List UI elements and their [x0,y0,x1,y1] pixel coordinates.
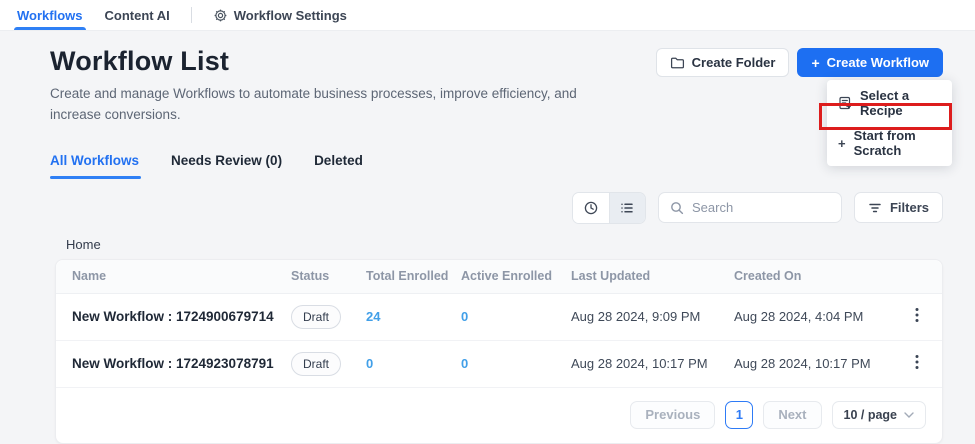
column-header-name: Name [72,269,291,283]
list-view-button[interactable] [609,193,645,223]
created-on-cell: Aug 28 2024, 10:17 PM [734,356,908,371]
page-title: Workflow List [50,46,590,77]
topnav-settings-label: Workflow Settings [234,8,347,23]
create-folder-button[interactable]: Create Folder [656,48,790,77]
topnav-item-workflow-settings[interactable]: Workflow Settings [202,0,358,30]
recent-view-button[interactable] [573,193,609,223]
column-header-status: Status [291,269,366,283]
tab-deleted-label: Deleted [314,153,363,168]
row-menu-button[interactable] [915,307,919,326]
header-actions: Create Folder + Create Workflow [656,48,943,77]
status-badge: Draft [291,352,341,376]
create-workflow-button[interactable]: + Create Workflow [797,48,943,77]
title-block: Workflow List Create and manage Workflow… [50,46,590,126]
next-page-button[interactable]: Next [763,401,821,429]
tab-needs-review-label: Needs Review (0) [171,153,282,168]
column-header-created-on: Created On [734,269,908,283]
workflow-tabs: All Workflows Needs Review (0) Deleted [50,153,943,179]
total-enrolled-link[interactable]: 0 [366,356,461,371]
table-body: New Workflow : 1724900679714 Draft 24 0 … [56,294,942,388]
plus-icon: + [811,55,819,71]
status-cell: Draft [291,352,366,376]
menu-item-select-recipe[interactable]: Select a Recipe [827,83,952,123]
table-toolbar: Filters [50,192,943,224]
search-input[interactable] [692,200,830,215]
list-icon [619,200,635,216]
workflow-name-link[interactable]: New Workflow : 1724923078791 [72,356,291,371]
topnav-divider [191,7,192,23]
gear-icon [213,8,228,23]
page-number-button[interactable]: 1 [725,401,753,429]
created-on-cell: Aug 28 2024, 4:04 PM [734,309,908,324]
recipe-icon [838,96,852,110]
topnav-content-ai-label: Content AI [105,8,170,23]
topnav-item-workflows[interactable]: Workflows [6,0,94,30]
workflow-name-link[interactable]: New Workflow : 1724900679714 [72,309,291,324]
table-header-row: Name Status Total Enrolled Active Enroll… [56,260,942,294]
clock-icon [583,200,599,216]
topnav-item-content-ai[interactable]: Content AI [94,0,181,30]
menu-item-start-from-scratch[interactable]: + Start from Scratch [827,123,952,163]
top-navigation: Workflows Content AI Workflow Settings [0,0,975,31]
status-badge: Draft [291,305,341,329]
table-row: New Workflow : 1724923078791 Draft 0 0 A… [56,341,942,388]
filter-icon [868,202,882,214]
last-updated-cell: Aug 28 2024, 10:17 PM [571,356,734,371]
page-description: Create and manage Workflows to automate … [50,84,590,126]
previous-page-button[interactable]: Previous [630,401,715,429]
page-size-label: 10 / page [844,408,898,422]
tab-all-workflows[interactable]: All Workflows [50,153,139,179]
tab-needs-review[interactable]: Needs Review (0) [171,153,282,179]
table-row: New Workflow : 1724900679714 Draft 24 0 … [56,294,942,341]
start-from-scratch-label: Start from Scratch [854,128,941,158]
active-enrolled-link[interactable]: 0 [461,309,571,324]
tab-deleted[interactable]: Deleted [314,153,363,179]
select-recipe-label: Select a Recipe [860,88,941,118]
total-enrolled-link[interactable]: 24 [366,309,461,324]
tab-all-workflows-label: All Workflows [50,153,139,168]
search-icon [670,201,684,215]
create-workflow-dropdown: Select a Recipe + Start from Scratch [827,80,952,166]
column-header-active-enrolled: Active Enrolled [461,269,571,283]
view-toggle [572,192,646,224]
column-header-last-updated: Last Updated [571,269,734,283]
topnav-workflows-label: Workflows [17,8,83,23]
chevron-down-icon [904,412,914,418]
filters-label: Filters [890,200,929,215]
page-header: Workflow List Create and manage Workflow… [50,46,943,126]
filters-button[interactable]: Filters [854,192,943,223]
plus-icon: + [838,136,846,151]
page-size-select[interactable]: 10 / page [832,401,927,429]
create-workflow-label: Create Workflow [827,55,929,70]
status-cell: Draft [291,305,366,329]
pagination: Previous 1 Next 10 / page [56,388,942,443]
workflow-table-card: Name Status Total Enrolled Active Enroll… [55,259,943,444]
folder-icon [670,56,685,70]
row-menu-button[interactable] [915,354,919,373]
column-header-total-enrolled: Total Enrolled [366,269,461,283]
create-folder-label: Create Folder [692,55,776,70]
search-box [658,192,842,223]
last-updated-cell: Aug 28 2024, 9:09 PM [571,309,734,324]
active-enrolled-link[interactable]: 0 [461,356,571,371]
breadcrumb[interactable]: Home [66,237,943,252]
